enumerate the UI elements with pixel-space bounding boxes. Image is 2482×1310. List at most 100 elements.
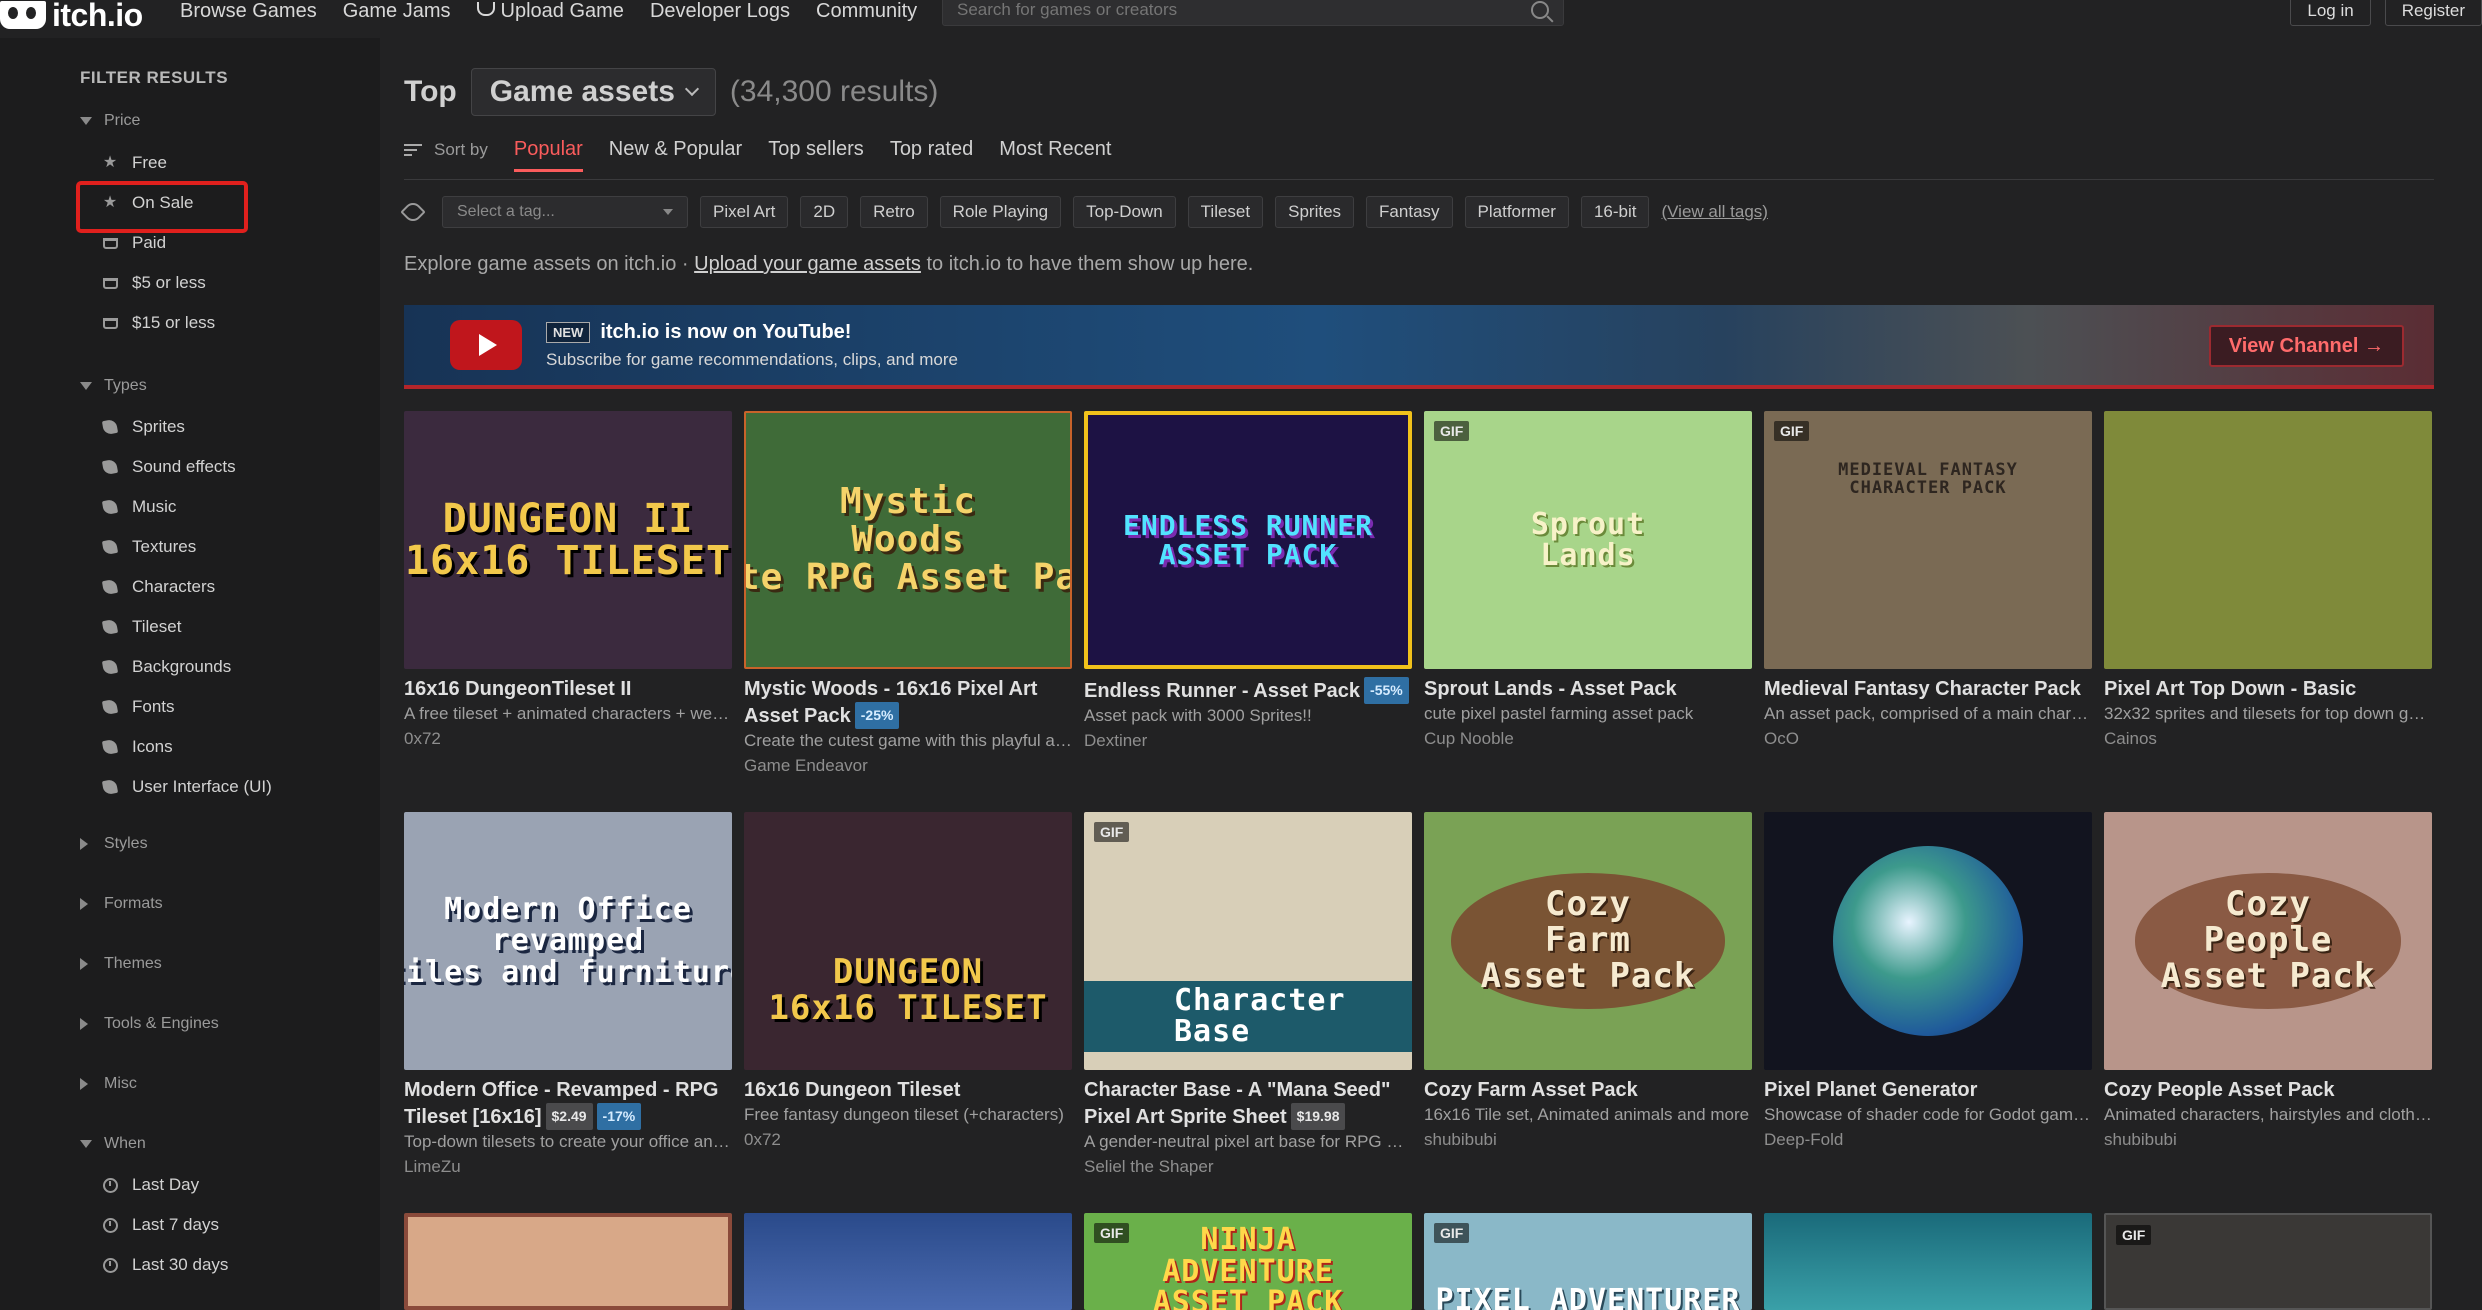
game-thumbnail[interactable]: GIF (2104, 1213, 2432, 1310)
game-card[interactable]: Cozy Farm Asset Pack Cozy Farm Asset Pac… (1424, 812, 1752, 1153)
tag-tileset[interactable]: Tileset (1187, 196, 1264, 228)
game-title[interactable]: Modern Office - Revamped - RPG Tileset [… (404, 1078, 732, 1130)
game-title[interactable]: 16x16 Dungeon Tileset (744, 1078, 1072, 1103)
game-author[interactable]: Cainos (2104, 726, 2432, 752)
game-author[interactable]: LimeZu (404, 1154, 732, 1180)
filter-characters[interactable]: Characters (101, 577, 215, 597)
game-card[interactable]: ENDLESS RUNNER ASSET PACK Endless Runner… (1084, 411, 1412, 754)
filter-fonts[interactable]: Fonts (101, 697, 175, 717)
game-thumbnail[interactable]: Cozy Farm Asset Pack (1424, 812, 1752, 1070)
tag-16-bit[interactable]: 16-bit (1580, 196, 1650, 228)
section-styles[interactable]: Styles (80, 835, 148, 853)
game-card[interactable]: GIF MEDIEVAL FANTASY CHARACTER PACK Medie… (1764, 411, 2092, 752)
game-thumbnail[interactable]: Mystic Woods Cute RPG Asset Pack (744, 411, 1072, 669)
game-card[interactable]: GIF (2104, 1213, 2432, 1310)
sort-tab-top-sellers[interactable]: Top sellers (768, 138, 864, 161)
game-author[interactable]: Dextiner (1084, 728, 1412, 754)
section-themes[interactable]: Themes (80, 955, 162, 973)
game-title[interactable]: Sprout Lands - Asset Pack (1424, 677, 1752, 702)
type-dropdown[interactable]: Game assets (470, 68, 716, 116)
game-title[interactable]: Pixel Art Top Down - Basic (2104, 677, 2432, 702)
section-formats[interactable]: Formats (80, 895, 163, 913)
game-author[interactable]: OcO (1764, 726, 2092, 752)
game-card[interactable]: Cozy People Asset Pack Cozy People Asset… (2104, 812, 2432, 1153)
filter-music[interactable]: Music (101, 497, 176, 517)
game-thumbnail[interactable] (404, 1213, 732, 1310)
game-card[interactable] (1764, 1213, 2092, 1310)
filter-free[interactable]: ★ Free (102, 153, 167, 173)
game-thumbnail[interactable]: GIF Sprout Lands (1424, 411, 1752, 669)
game-thumbnail[interactable]: DUNGEON II 16x16 TILESET (404, 411, 732, 669)
nav-game-jams[interactable]: Game Jams (343, 0, 451, 22)
game-card[interactable] (404, 1213, 732, 1310)
game-card[interactable]: GIF NINJA ADVENTURE ASSET PACK (1084, 1213, 1412, 1310)
game-title[interactable]: Endless Runner - Asset Pack -55% (1084, 677, 1412, 704)
game-thumbnail[interactable]: DUNGEON 16x16 TILESET (744, 812, 1072, 1070)
game-title[interactable]: Medieval Fantasy Character Pack (1764, 677, 2092, 702)
game-card[interactable]: GIF Sprout Lands Sprout Lands - Asset Pac… (1424, 411, 1752, 752)
game-thumbnail[interactable]: ENDLESS RUNNER ASSET PACK (1084, 411, 1412, 669)
game-author[interactable]: 0x72 (744, 1127, 1072, 1153)
upload-assets-link[interactable]: Upload your game assets (694, 253, 921, 275)
game-card[interactable]: DUNGEON 16x16 TILESET 16x16 Dungeon Tile… (744, 812, 1072, 1153)
game-author[interactable]: Seliel the Shaper (1084, 1154, 1412, 1180)
game-title[interactable]: Cozy Farm Asset Pack (1424, 1078, 1752, 1103)
filter-icons[interactable]: Icons (101, 737, 173, 757)
sort-tab-most-recent[interactable]: Most Recent (999, 138, 1111, 161)
tag-platformer[interactable]: Platformer (1464, 196, 1569, 228)
register-button[interactable]: Register (2384, 0, 2482, 26)
itchio-logo[interactable]: itch.io (0, 0, 143, 33)
game-thumbnail[interactable]: GIF MEDIEVAL FANTASY CHARACTER PACK (1764, 411, 2092, 669)
section-types[interactable]: Types (80, 377, 147, 395)
section-misc[interactable]: Misc (80, 1075, 137, 1093)
search-input[interactable] (957, 0, 1531, 20)
game-card[interactable]: Pixel Art Top Down - Basic 32x32 sprites… (2104, 411, 2432, 752)
game-card[interactable]: GIF Character Base Character Base - A "Ma… (1084, 812, 1412, 1180)
game-author[interactable]: Cup Nooble (1424, 726, 1752, 752)
filter-5-or-less[interactable]: $5 or less (102, 273, 206, 293)
game-thumbnail[interactable]: Cozy People Asset Pack (2104, 812, 2432, 1070)
login-button[interactable]: Log in (2290, 0, 2371, 26)
filter-textures[interactable]: Textures (101, 537, 196, 557)
nav-developer-logs[interactable]: Developer Logs (650, 0, 790, 22)
game-author[interactable]: shubibubi (2104, 1127, 2432, 1153)
filter-last-day[interactable]: Last Day (102, 1175, 199, 1195)
game-card[interactable]: Modern Office revamped tiles and furnitu… (404, 812, 732, 1180)
section-tools-engines[interactable]: Tools & Engines (80, 1015, 219, 1033)
game-thumbnail[interactable] (2104, 411, 2432, 669)
sort-tab-new-popular[interactable]: New & Popular (609, 138, 742, 161)
game-card[interactable]: DUNGEON II 16x16 TILESET 16x16 DungeonTi… (404, 411, 732, 752)
game-title[interactable]: Character Base - A "Mana Seed" Pixel Art… (1084, 1078, 1412, 1130)
filter-sound-effects[interactable]: Sound effects (101, 457, 236, 477)
view-all-tags-link[interactable]: (View all tags) (1661, 202, 1767, 222)
sort-tab-top-rated[interactable]: Top rated (890, 138, 973, 161)
tag-2d[interactable]: 2D (800, 196, 849, 228)
nav-browse-games[interactable]: Browse Games (180, 0, 317, 22)
tag-fantasy[interactable]: Fantasy (1366, 196, 1453, 228)
game-thumbnail[interactable]: GIF NINJA ADVENTURE ASSET PACK (1084, 1213, 1412, 1310)
filter-tileset[interactable]: Tileset (101, 617, 181, 637)
section-price[interactable]: Price (80, 112, 140, 130)
filter-paid[interactable]: Paid (102, 233, 166, 253)
game-card[interactable]: GIF PIXEL ADVENTURER (1424, 1213, 1752, 1310)
game-title[interactable]: Pixel Planet Generator (1764, 1078, 2092, 1103)
game-thumbnail[interactable]: GIF PIXEL ADVENTURER (1424, 1213, 1752, 1310)
filter-sprites[interactable]: Sprites (101, 417, 185, 437)
tag-pixel-art[interactable]: Pixel Art (700, 196, 789, 228)
game-thumbnail[interactable] (1764, 1213, 2092, 1310)
filter-last-7-days[interactable]: Last 7 days (102, 1215, 219, 1235)
search-icon[interactable] (1531, 1, 1549, 19)
game-card[interactable] (744, 1213, 1072, 1310)
filter-15-or-less[interactable]: $15 or less (102, 313, 215, 333)
tag-select[interactable]: Select a tag... (442, 196, 688, 228)
game-author[interactable]: 0x72 (404, 726, 732, 752)
game-card[interactable]: Mystic Woods Cute RPG Asset Pack Mystic … (744, 411, 1072, 779)
tag-top-down[interactable]: Top-Down (1073, 196, 1176, 228)
nav-upload-game[interactable]: Upload Game (476, 0, 624, 22)
section-when[interactable]: When (80, 1135, 146, 1153)
game-title[interactable]: Mystic Woods - 16x16 Pixel Art Asset Pac… (744, 677, 1072, 729)
view-channel-button[interactable]: View Channel → (2208, 325, 2404, 367)
game-author[interactable]: Deep-Fold (1764, 1127, 2092, 1153)
game-thumbnail[interactable] (1764, 812, 2092, 1070)
sort-tab-popular[interactable]: Popular (513, 138, 583, 172)
